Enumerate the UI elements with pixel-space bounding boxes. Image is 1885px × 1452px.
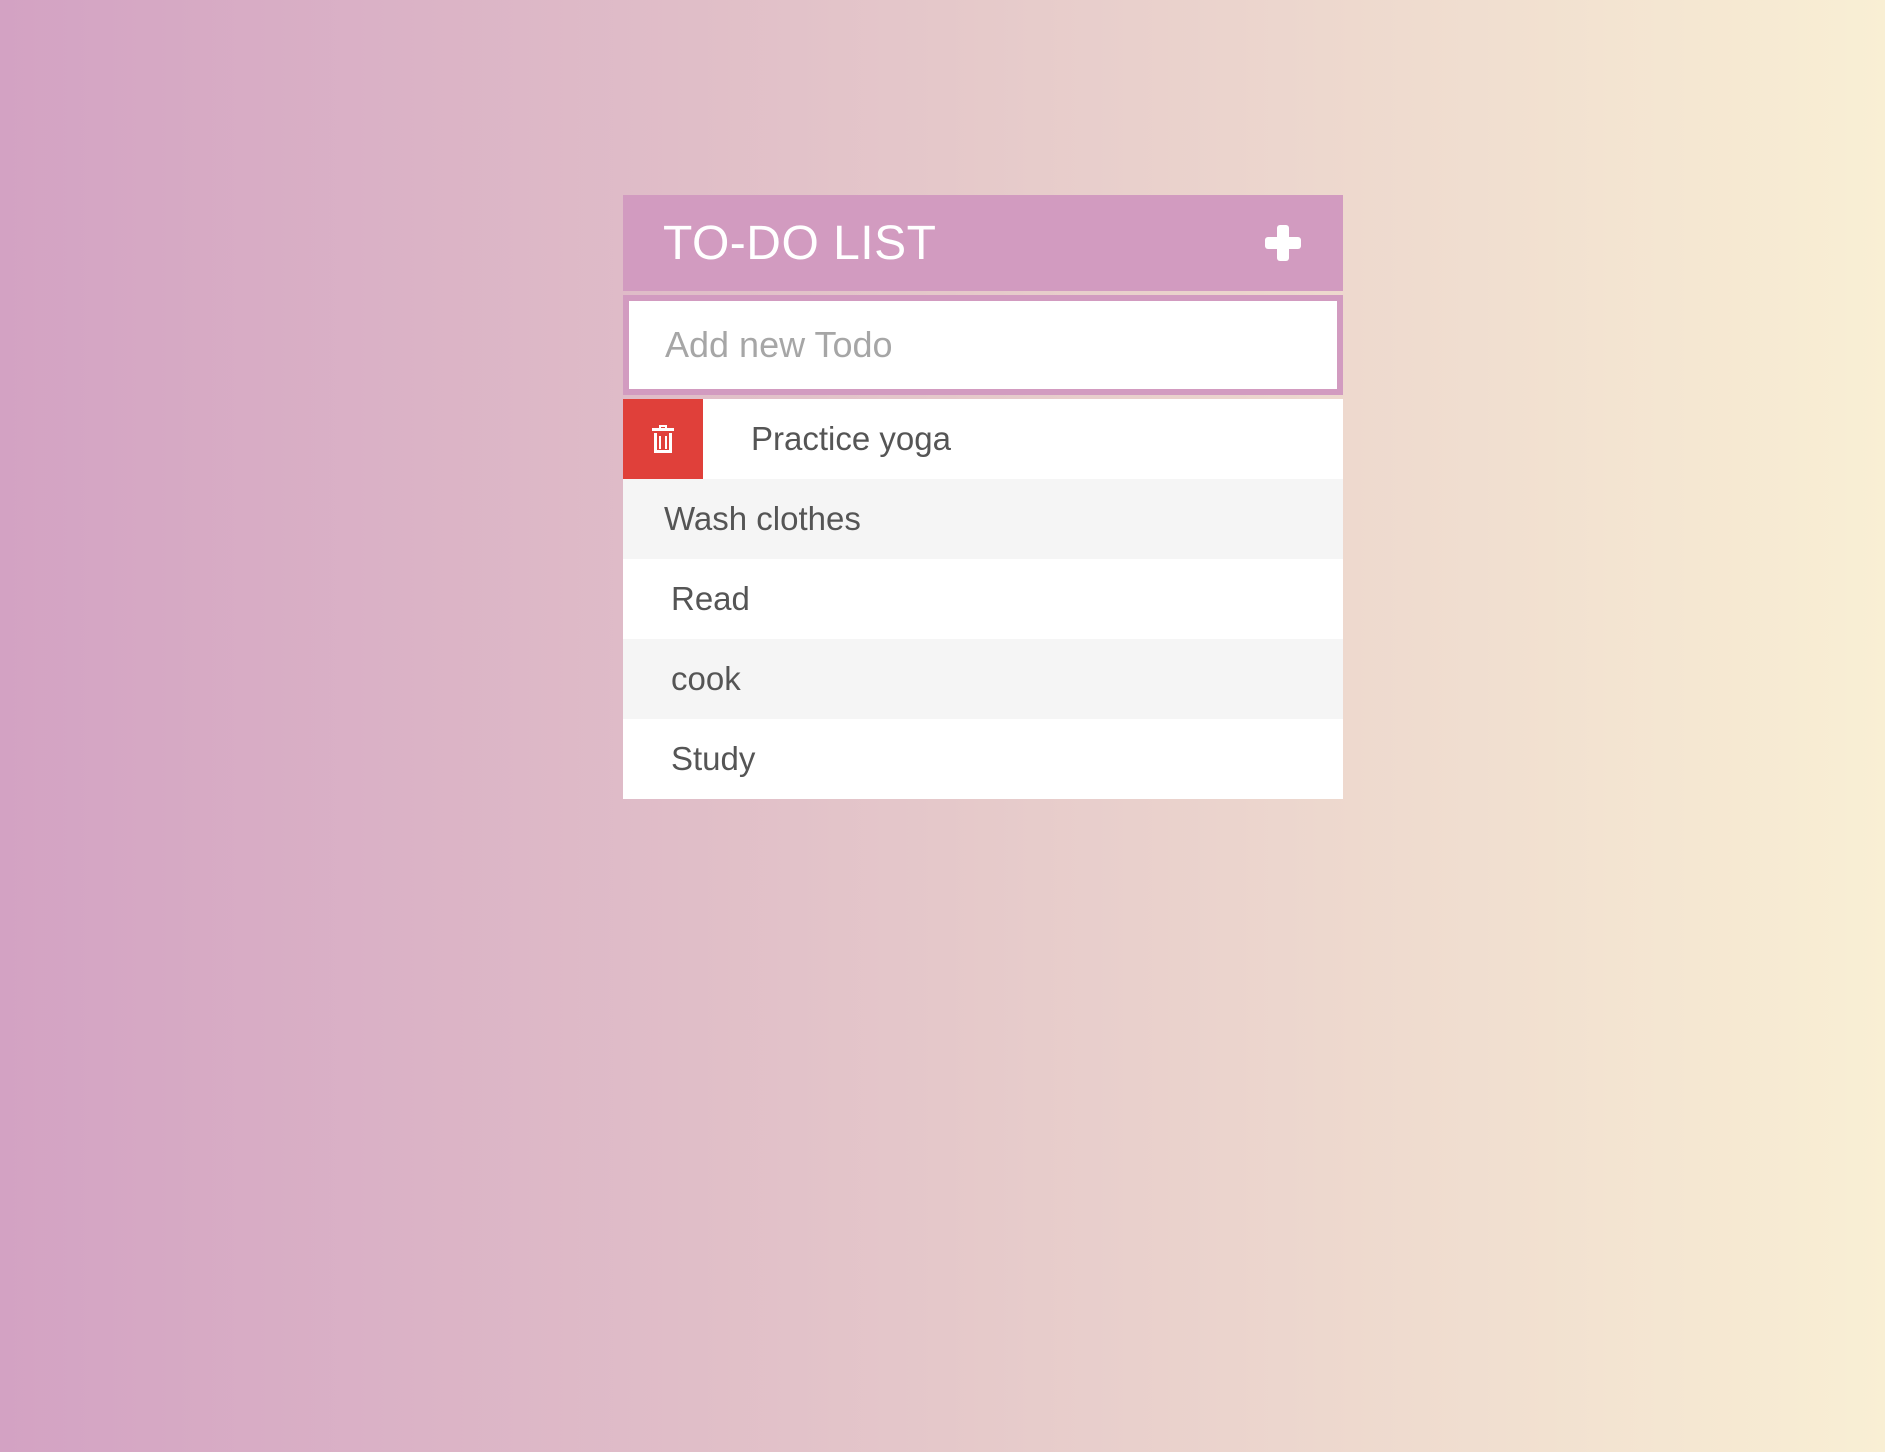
list-item[interactable]: Read — [623, 559, 1343, 639]
todo-app: TO-DO LIST Practice yoga Wash clothes Re… — [623, 195, 1343, 799]
list-item[interactable]: cook — [623, 639, 1343, 719]
header-bar: TO-DO LIST — [623, 195, 1343, 291]
todo-label: Wash clothes — [664, 500, 861, 537]
list-item[interactable]: Study — [623, 719, 1343, 799]
todo-label: cook — [671, 660, 741, 697]
todo-input-wrapper — [623, 295, 1343, 395]
todo-label: Study — [671, 740, 756, 777]
todo-label: Practice yoga — [751, 420, 951, 457]
page-title: TO-DO LIST — [663, 216, 937, 270]
trash-icon — [652, 425, 674, 453]
list-item[interactable]: Wash clothes — [623, 479, 1343, 559]
todo-label: Read — [671, 580, 750, 617]
list-item[interactable]: Practice yoga — [623, 399, 1343, 479]
todo-list: Practice yoga Wash clothes Read cook Stu… — [623, 399, 1343, 799]
new-todo-input[interactable] — [629, 301, 1337, 389]
plus-icon[interactable] — [1263, 223, 1303, 263]
delete-button[interactable] — [623, 399, 703, 479]
